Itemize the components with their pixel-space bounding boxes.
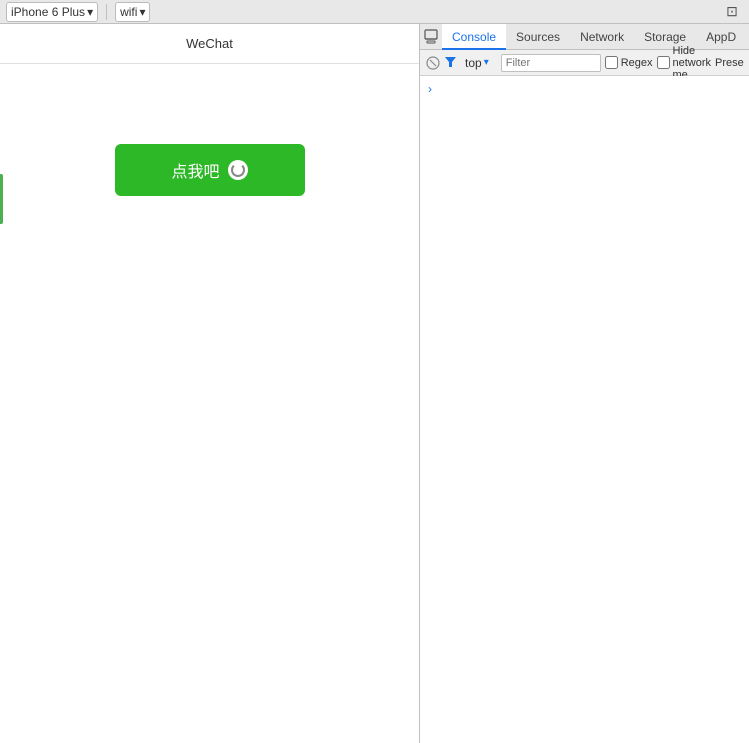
device-selector[interactable]: iPhone 6 Plus ▾ [6, 2, 98, 22]
filter-icon [444, 55, 457, 71]
preserve-log-label: Prese [715, 57, 744, 69]
regex-checkbox[interactable] [605, 56, 618, 69]
inspect-element-icon[interactable] [424, 25, 440, 49]
context-value: top [465, 56, 482, 70]
inspect-toggle-button[interactable]: ⊡ [721, 2, 743, 22]
context-arrow-icon: ▾ [484, 57, 489, 68]
console-filter-input[interactable] [501, 54, 601, 72]
simulator-panel: WeChat 点我吧 [0, 24, 420, 743]
simulator-title: WeChat [0, 24, 419, 64]
top-toolbar: iPhone 6 Plus ▾ wifi ▾ ⊡ [0, 0, 749, 24]
regex-label: Regex [621, 57, 653, 69]
devtools-panel: Console Sources Network Storage AppD top [420, 24, 749, 743]
network-selector[interactable]: wifi ▾ [115, 2, 150, 22]
main-area: WeChat 点我吧 Console Sources Network [0, 24, 749, 743]
network-label: wifi [120, 5, 137, 19]
device-chevron-icon: ▾ [87, 5, 93, 19]
console-content: › [420, 76, 749, 743]
context-selector[interactable]: top ▾ [461, 53, 493, 73]
console-toolbar: top ▾ Regex Hide network me Prese [420, 50, 749, 76]
tab-sources[interactable]: Sources [506, 24, 570, 50]
console-prompt-chevron[interactable]: › [420, 80, 749, 98]
tab-console[interactable]: Console [442, 24, 506, 50]
left-indicator [0, 174, 3, 224]
hide-network-checkbox[interactable] [657, 56, 670, 69]
click-me-label: 点我吧 [171, 158, 219, 182]
clear-console-button[interactable] [426, 54, 440, 72]
device-label: iPhone 6 Plus [11, 5, 85, 19]
network-chevron-icon: ▾ [139, 5, 145, 19]
toolbar-separator [106, 4, 107, 20]
click-me-button[interactable]: 点我吧 [115, 144, 305, 196]
regex-checkbox-label[interactable]: Regex [605, 56, 653, 69]
tab-network[interactable]: Network [570, 24, 634, 50]
spinner-icon [228, 160, 248, 180]
spinner-inner [231, 163, 245, 177]
simulator-content: 点我吧 [0, 64, 419, 743]
